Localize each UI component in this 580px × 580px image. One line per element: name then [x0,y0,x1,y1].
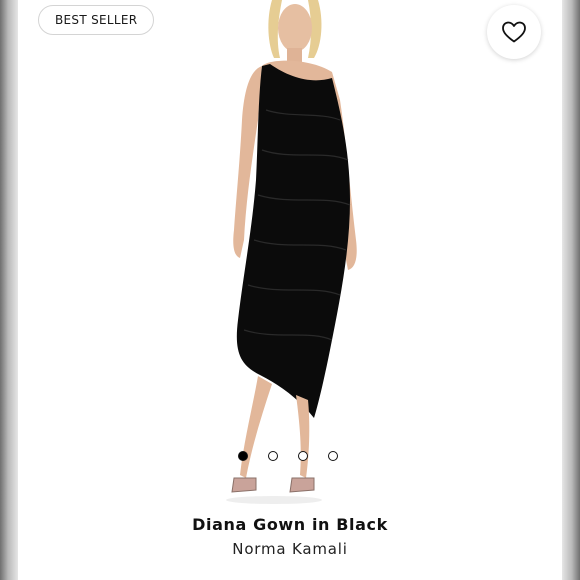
left-leg [240,376,272,478]
face [278,4,312,52]
carousel-dot-3[interactable] [298,451,308,461]
heart-outline-icon [502,21,526,43]
right-border [562,0,580,580]
floor-shadow [226,496,322,504]
carousel-dots [238,451,338,461]
product-brand[interactable]: Norma Kamali [0,540,580,558]
carousel-dot-2[interactable] [268,451,278,461]
left-shoe [231,477,257,493]
product-title[interactable]: Diana Gown in Black [0,515,580,534]
right-leg [296,395,310,478]
right-shoe [289,477,315,493]
left-border [0,0,18,580]
favorite-button[interactable] [487,5,541,59]
product-image[interactable] [200,0,380,510]
carousel-dot-1[interactable] [238,451,248,461]
carousel-dot-4[interactable] [328,451,338,461]
best-seller-badge: BEST SELLER [38,5,155,35]
